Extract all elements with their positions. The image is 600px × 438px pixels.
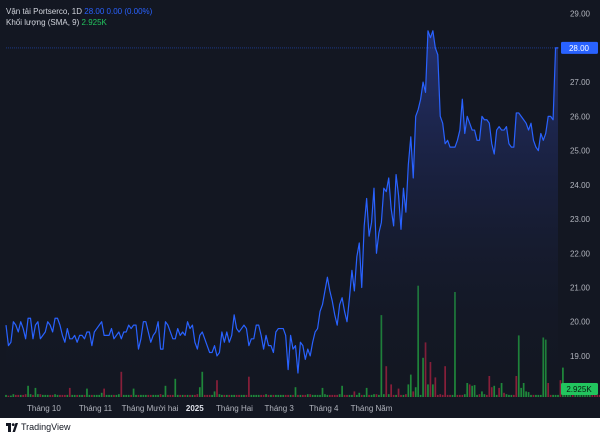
volume-legend: Khối lượng (SMA, 9) 2.925K xyxy=(6,18,107,27)
volume-bar xyxy=(566,394,569,397)
volume-bar xyxy=(591,394,594,397)
volume-indicator-label: Khối lượng (SMA, 9) xyxy=(6,18,80,27)
y-tick-label: 26.00 xyxy=(570,112,591,121)
symbol-legend: Vận tải Portserco, 1D 28.00 0.00 (0.00%) xyxy=(6,7,152,16)
price-chart[interactable]: 18.0019.0020.0021.0022.0023.0024.0025.00… xyxy=(0,0,600,418)
volume-bar xyxy=(589,394,591,397)
y-tick-label: 25.00 xyxy=(570,147,591,156)
chart-frame: 18.0019.0020.0021.0022.0023.0024.0025.00… xyxy=(0,0,600,438)
symbol-name: Vận tải Portserco, 1D xyxy=(6,7,83,16)
y-tick-label: 20.00 xyxy=(570,318,591,327)
volume-bar xyxy=(564,394,567,397)
y-tick-label: 22.00 xyxy=(570,249,591,258)
x-tick-label: Tháng 3 xyxy=(265,404,295,413)
x-tick-label: Tháng 11 xyxy=(79,404,113,413)
volume-bar xyxy=(579,394,581,397)
tradingview-brand[interactable]: TradingView xyxy=(21,422,71,432)
x-tick-label: Tháng Mười hai xyxy=(122,404,179,413)
volume-bar xyxy=(586,394,589,397)
last-volume-label: 2.925K xyxy=(566,385,592,394)
volume-bar xyxy=(571,394,574,397)
y-tick-label: 21.00 xyxy=(570,284,591,293)
volume-bar xyxy=(574,394,577,397)
x-tick-label: Tháng 4 xyxy=(309,404,339,413)
y-tick-label: 19.00 xyxy=(570,352,591,361)
y-tick-label: 23.00 xyxy=(570,215,591,224)
tradingview-logo-icon[interactable] xyxy=(6,423,18,433)
volume-bar xyxy=(593,394,596,397)
volume-indicator-value: 2.925K xyxy=(81,18,107,27)
footer: TradingView xyxy=(0,418,600,438)
x-tick-label: Tháng 10 xyxy=(27,404,61,413)
x-tick-label: Tháng Năm xyxy=(351,404,393,413)
x-tick-label: 2025 xyxy=(186,404,204,413)
last-price-label: 28.00 xyxy=(569,44,590,53)
y-tick-label: 29.00 xyxy=(570,10,591,19)
volume-bar xyxy=(596,394,599,397)
y-tick-label: 24.00 xyxy=(570,181,591,190)
price-values: 28.00 0.00 (0.00%) xyxy=(84,7,153,16)
x-tick-label: Tháng Hai xyxy=(216,404,253,413)
volume-bar xyxy=(569,394,572,397)
volume-bar xyxy=(581,394,584,397)
y-tick-label: 27.00 xyxy=(570,78,591,87)
volume-bar xyxy=(576,394,579,397)
